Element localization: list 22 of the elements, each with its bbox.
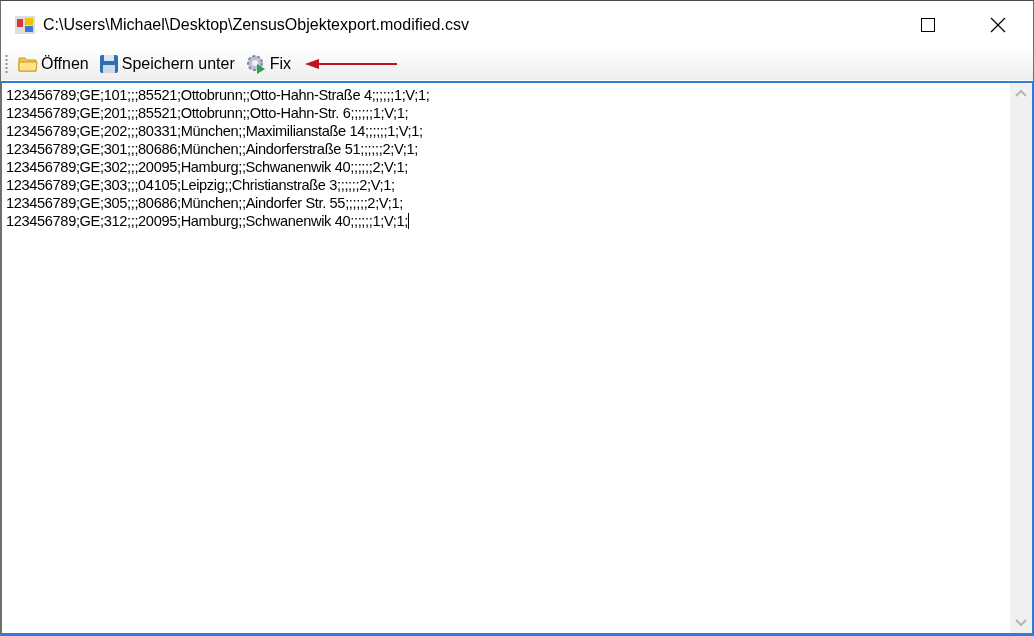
text-line: 123456789;GE;201;;;85521;Ottobrunn;;Otto-Hahn-Str. 6;;;;;;1;V;1; [6,104,410,122]
scroll-up-icon[interactable] [1015,89,1027,97]
text-editor[interactable] [1,81,1033,635]
text-line: 123456789;GE;302;;;20095;Hamburg;;Schwanenwik 40;;;;;;2;V;1; [6,158,409,176]
open-button[interactable]: Öffnen [14,53,93,75]
vertical-scrollbar[interactable] [1010,83,1032,633]
maximize-icon [920,16,936,33]
app-icon [15,15,35,34]
text-line: 123456789;GE;312;;;20095;Hamburg;;Schwanenwik 40;;;;;;1;V;1; [6,212,410,230]
gear-play-icon [244,53,267,75]
fix-button[interactable]: Fix [240,51,296,77]
text-line: 123456789;GE;202;;;80331;München;;Maximilianstaße 14;;;;;;1;V;1; [6,122,424,140]
text-line: 123456789;GE;301;;;80686;München;;Aindorferstraße 51;;;;;;2;V;1; [6,140,419,158]
save-as-button[interactable]: Speichern unter [94,52,239,76]
toolbar-grip[interactable] [5,54,8,74]
text-line: 123456789;GE;305;;;80686;München;;Aindorfer Str. 55;;;;;;2;V;1; [6,194,404,212]
scroll-down-icon[interactable] [1015,619,1027,627]
window-title: C:\Users\Michael\Desktop\ZensusObjektexport.modified.csv [43,15,470,34]
text-line: 123456789;GE;101;;;85521;Ottobrunn;;Otto-Hahn-Straße 4;;;;;;1;V;1; [6,86,431,104]
folder-icon [18,55,38,73]
close-icon [990,16,1006,33]
text-line: 123456789;GE;303;;;04105;Leipzig;;Christianstraße 3;;;;;;2;V;1; [6,176,396,194]
